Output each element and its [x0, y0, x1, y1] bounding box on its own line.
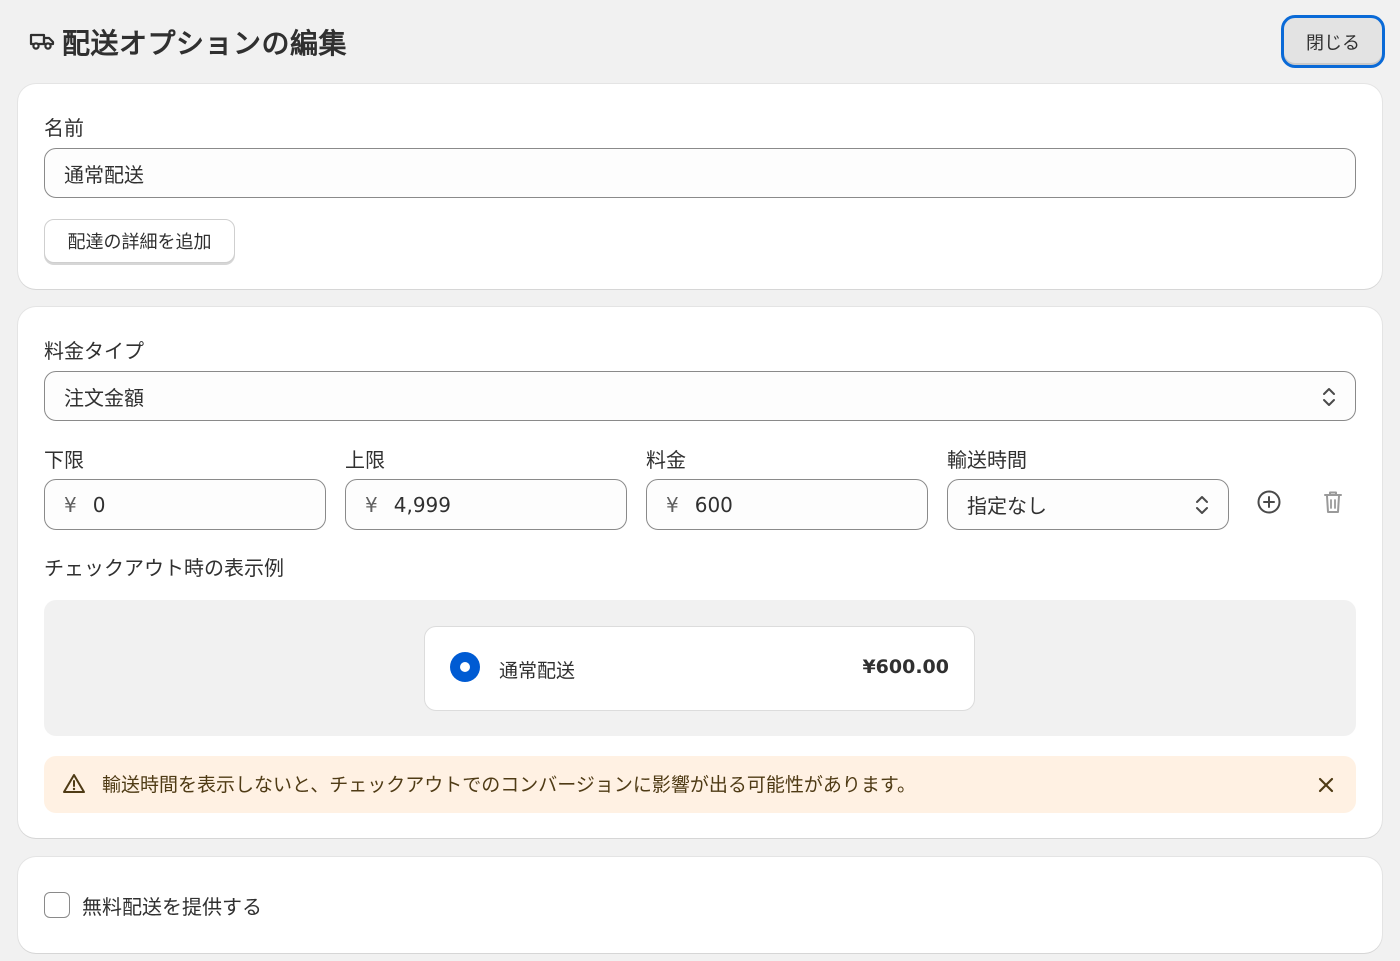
name-input[interactable]: 通常配送	[44, 148, 1356, 198]
free-shipping-checkbox[interactable]	[44, 892, 70, 918]
rate-type-select[interactable]: 注文金額	[44, 371, 1356, 421]
close-icon	[1314, 777, 1338, 801]
max-label: 上限	[345, 448, 385, 472]
trash-icon	[1321, 489, 1345, 519]
price-value: 600	[694, 492, 733, 517]
warning-text: 輸送時間を表示しないと、チェックアウトでのコンバージョンに影響が出る可能性があり…	[102, 774, 916, 796]
truck-icon	[28, 26, 56, 58]
min-amount-input[interactable]: ¥ 0	[44, 479, 326, 530]
min-amount-value: 0	[92, 492, 106, 517]
transit-label: 輸送時間	[947, 448, 1027, 472]
preview-rate-name: 通常配送	[499, 660, 576, 682]
min-label: 下限	[44, 448, 84, 472]
free-shipping-card: 無料配送を提供する	[18, 857, 1382, 953]
transit-time-select[interactable]: 指定なし	[947, 479, 1229, 530]
max-amount-value: 4,999	[393, 492, 451, 517]
rate-type-label: 料金タイプ	[44, 339, 144, 363]
close-button[interactable]: 閉じる	[1281, 15, 1385, 68]
price-label: 料金	[646, 448, 686, 472]
modal-header: 配送オプションの編集 閉じる	[0, 0, 1400, 84]
preview-rate-price: ¥600.00	[862, 656, 949, 678]
delete-rate-button[interactable]	[1317, 488, 1349, 520]
checkout-preview: 通常配送 ¥600.00	[44, 600, 1356, 736]
add-delivery-details-button[interactable]: 配達の詳細を追加	[44, 219, 235, 263]
name-card: 名前 通常配送 配達の詳細を追加	[18, 84, 1382, 289]
rate-type-value: 注文金額	[64, 385, 144, 410]
preview-rate-option: 通常配送 ¥600.00	[424, 626, 975, 711]
currency-prefix: ¥	[365, 492, 378, 517]
price-input[interactable]: ¥ 600	[646, 479, 928, 530]
page-title: 配送オプションの編集	[62, 27, 348, 60]
warning-banner: 輸送時間を表示しないと、チェックアウトでのコンバージョンに影響が出る可能性があり…	[44, 756, 1356, 813]
transit-time-value: 指定なし	[967, 494, 1047, 518]
name-input-value: 通常配送	[64, 162, 144, 187]
radio-selected	[450, 652, 480, 682]
name-label: 名前	[44, 116, 84, 140]
chevron-up-down-icon	[1194, 492, 1210, 518]
chevron-up-down-icon	[1321, 384, 1337, 410]
add-rate-button[interactable]	[1253, 488, 1285, 520]
free-shipping-label: 無料配送を提供する	[82, 895, 262, 919]
currency-prefix: ¥	[666, 492, 679, 517]
checkout-preview-label: チェックアウト時の表示例	[44, 556, 284, 580]
dismiss-warning-button[interactable]	[1314, 773, 1338, 797]
max-amount-input[interactable]: ¥ 4,999	[345, 479, 627, 530]
warning-icon	[62, 772, 86, 800]
plus-circle-icon	[1256, 489, 1282, 519]
currency-prefix: ¥	[64, 492, 77, 517]
rate-card: 料金タイプ 注文金額 下限 上限 料金 輸送時間 ¥ 0 ¥ 4,999 ¥ 6…	[18, 307, 1382, 838]
title-wrap: 配送オプションの編集	[28, 22, 347, 62]
